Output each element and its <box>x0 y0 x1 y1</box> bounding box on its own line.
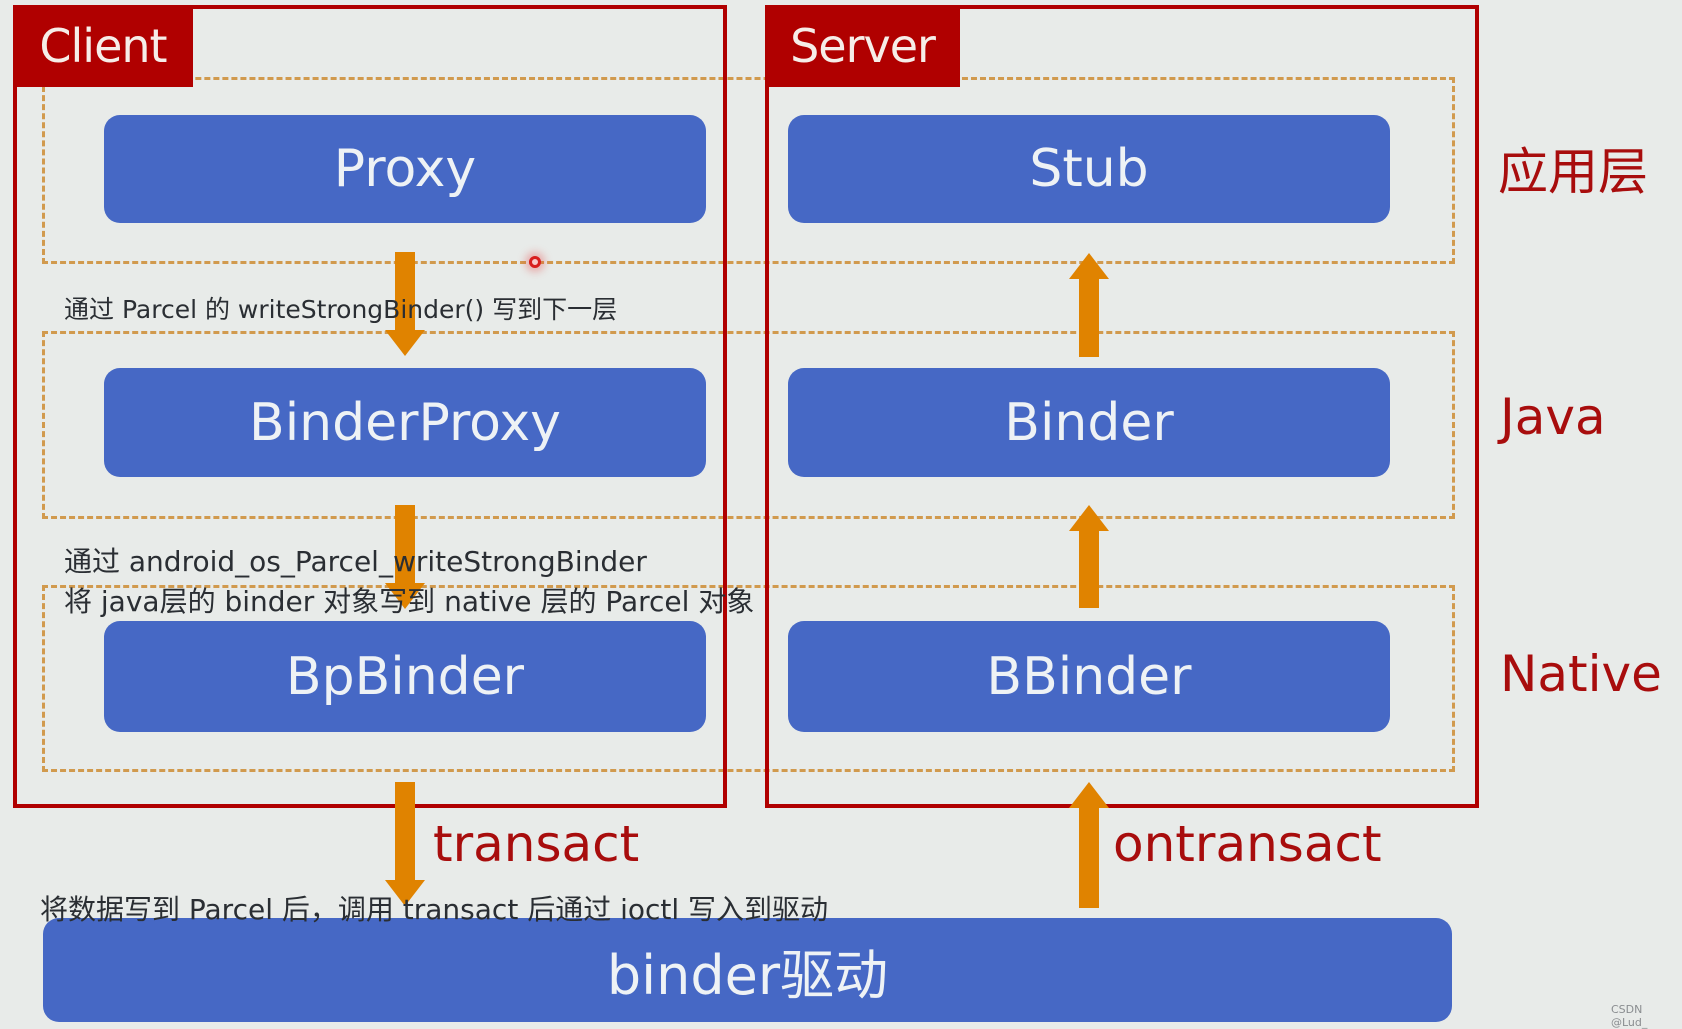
arrow-up-icon <box>1069 253 1109 357</box>
component-binder: Binder <box>788 368 1390 477</box>
note-proxy-to-binderproxy: 通过 Parcel 的 writeStrongBinder() 写到下一层 <box>64 295 618 324</box>
note-binderproxy-to-bpbinder-line1: 通过 android_os_Parcel_writeStrongBinder <box>64 545 647 578</box>
watermark: CSDN @Lud_ <box>1611 1003 1648 1029</box>
layer-label-native: Native <box>1500 645 1662 703</box>
component-bpbinder: BpBinder <box>104 621 706 732</box>
component-binder-driver: binder驱动 <box>43 918 1452 1022</box>
call-label-transact: transact <box>433 815 640 873</box>
component-proxy: Proxy <box>104 115 706 223</box>
layer-label-app: 应用层 <box>1498 143 1648 201</box>
client-tab: Client <box>13 5 193 87</box>
note-bpbinder-to-driver: 将数据写到 Parcel 后，调用 transact 后通过 ioctl 写入到… <box>40 893 829 926</box>
call-label-ontransact: ontransact <box>1113 815 1382 873</box>
layer-label-java: Java <box>1500 388 1606 446</box>
note-binderproxy-to-bpbinder-line2: 将 java层的 binder 对象写到 native 层的 Parcel 对象 <box>64 585 755 618</box>
component-binderproxy: BinderProxy <box>104 368 706 477</box>
component-bbinder: BBinder <box>788 621 1390 732</box>
server-tab: Server <box>765 5 960 87</box>
arrow-up-icon <box>1069 505 1109 608</box>
arrow-up-icon <box>1069 782 1109 908</box>
component-stub: Stub <box>788 115 1390 223</box>
mouse-cursor-icon <box>529 256 541 268</box>
